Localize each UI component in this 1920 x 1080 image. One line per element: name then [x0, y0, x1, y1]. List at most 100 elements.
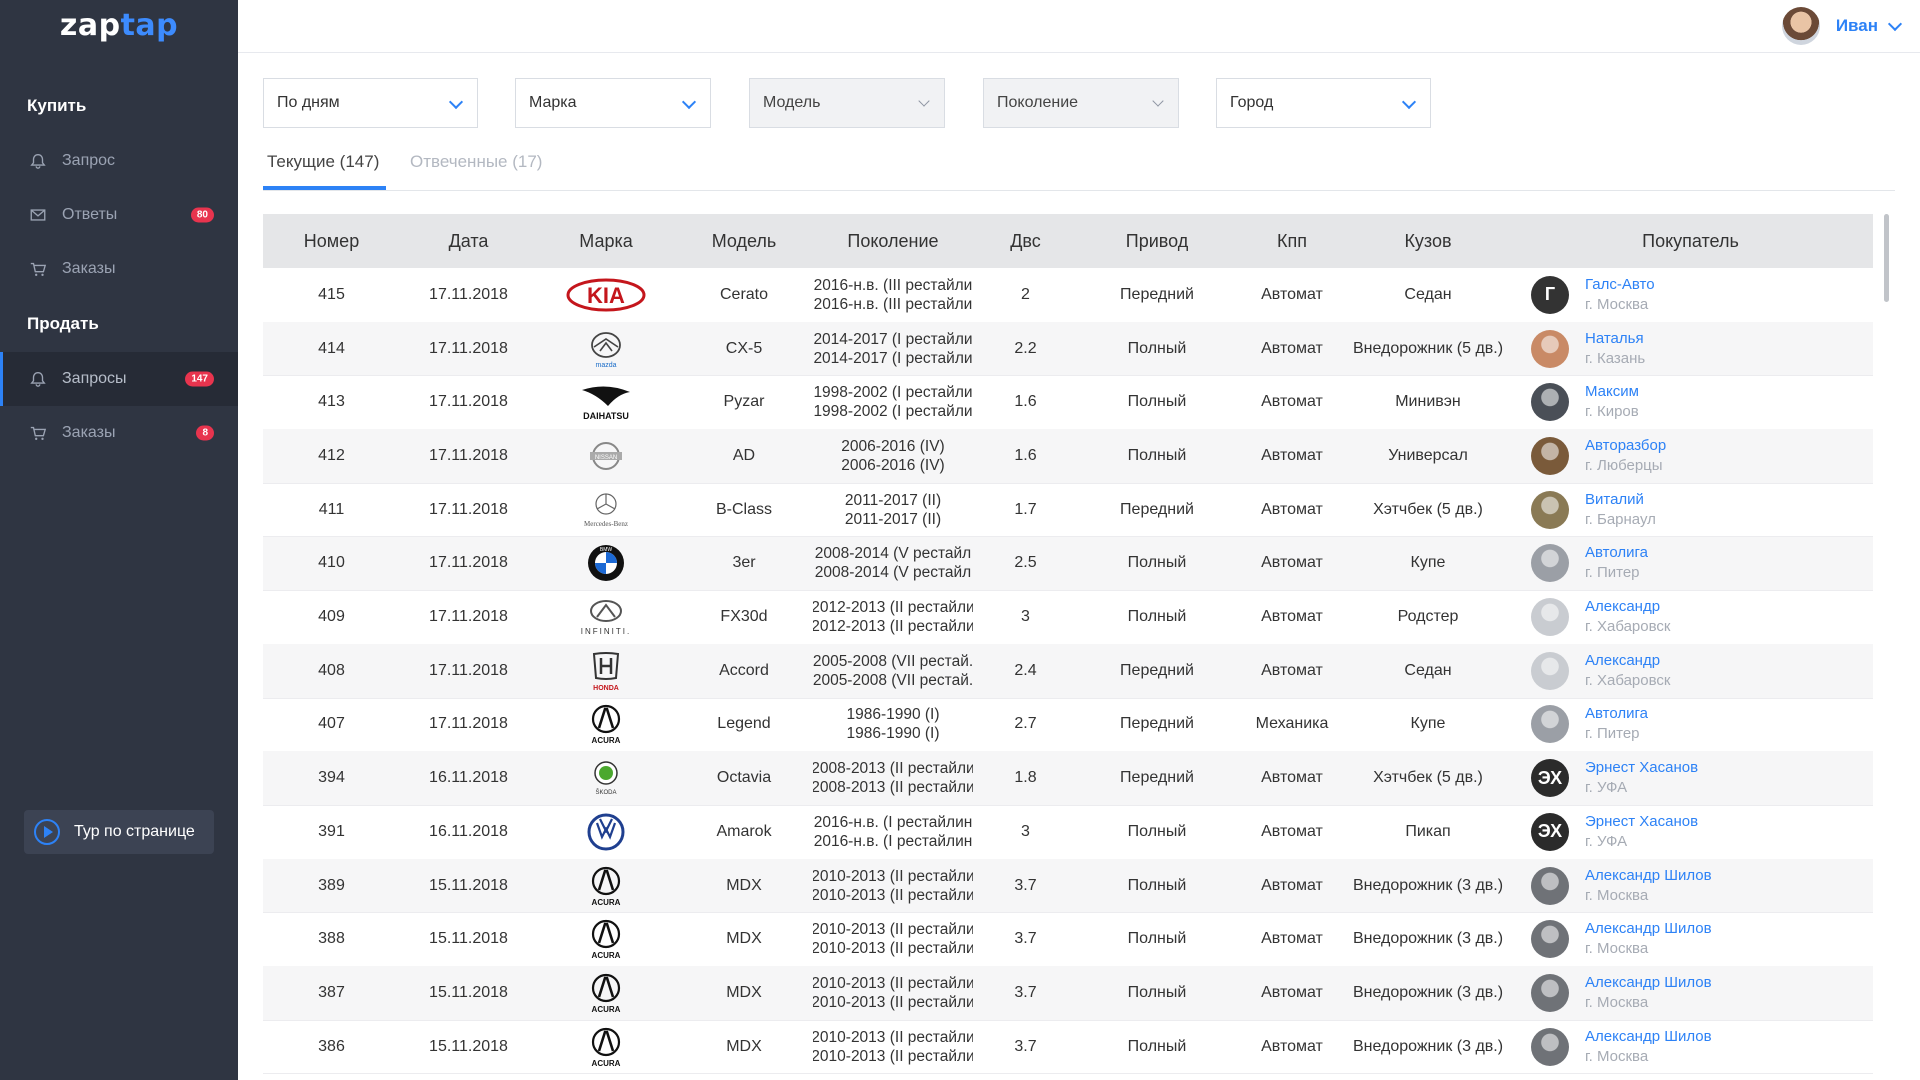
buyer-name-link[interactable]: Александр Шилов	[1585, 866, 1712, 886]
app-logo[interactable]: zaptap	[0, 8, 238, 43]
cell-number: 410	[318, 554, 345, 572]
col-model[interactable]: Модель	[675, 214, 813, 268]
generation-line: 2010-2013 (II рестайли	[813, 886, 973, 904]
col-body[interactable]: Кузов	[1348, 214, 1508, 268]
buyer-avatar[interactable]	[1531, 920, 1569, 959]
col-generation[interactable]: Поколение	[813, 214, 973, 268]
buyer-name-link[interactable]: Автолига	[1585, 704, 1648, 724]
buyer-avatar[interactable]	[1531, 490, 1569, 529]
buyer-name-link[interactable]: Александр	[1585, 651, 1670, 671]
buyer-avatar[interactable]: Г	[1531, 275, 1569, 314]
user-name[interactable]: Иван	[1836, 16, 1878, 36]
filter-model[interactable]: Модель	[749, 78, 945, 128]
cell-model: Octavia	[716, 769, 772, 787]
table-row[interactable]: 410 17.11.2018 BMW 3er 2008-2014 (V рест…	[263, 536, 1873, 592]
buyer-avatar[interactable]	[1531, 651, 1569, 690]
col-engine[interactable]: Двс	[973, 214, 1078, 268]
table-row[interactable]: 387 15.11.2018 ACURA MDX 2010-2013 (II р…	[263, 966, 1873, 1021]
buyer-avatar[interactable]	[1531, 383, 1569, 422]
buyer-name-link[interactable]: Виталий	[1585, 490, 1656, 510]
buyer-avatar[interactable]	[1531, 329, 1569, 368]
table-row[interactable]: 413 17.11.2018 DAIHATSU Pyzar 1998-2002 …	[263, 375, 1873, 431]
cell-number: 388	[318, 930, 345, 948]
avatar[interactable]	[1781, 7, 1820, 45]
sidebar-item-sell-orders[interactable]: Заказы 8	[0, 406, 238, 460]
buyer-name-link[interactable]: Авторазбор	[1585, 436, 1666, 456]
honda-logo: HONDA	[537, 644, 675, 698]
col-buyer[interactable]: Покупатель	[1508, 214, 1873, 268]
generation-line: 2010-2013 (II рестайли	[813, 867, 973, 885]
col-gearbox[interactable]: Кпп	[1236, 214, 1348, 268]
table-row[interactable]: 408 17.11.2018 HONDA Accord 2005-2008 (V…	[263, 643, 1873, 699]
col-number[interactable]: Номер	[263, 214, 400, 268]
cell-body: Внедорожник (3 дв.)	[1352, 930, 1504, 948]
generation-line: 1986-1990 (I)	[846, 706, 940, 724]
sidebar-item-answers[interactable]: Ответы 80	[0, 188, 238, 242]
user-menu[interactable]: Иван	[1781, 7, 1903, 45]
buyer-avatar[interactable]	[1531, 705, 1569, 744]
buyer-name-link[interactable]: Александр Шилов	[1585, 973, 1712, 993]
cell-gearbox: Автомат	[1261, 930, 1323, 948]
buyer-avatar[interactable]	[1531, 973, 1569, 1012]
table-row[interactable]: 386 15.11.2018 ACURA MDX 2010-2013 (II р…	[263, 1020, 1873, 1075]
cell-buyer: Авторазбор г. Люберцы	[1531, 429, 1666, 483]
col-brand[interactable]: Марка	[537, 214, 675, 268]
col-date[interactable]: Дата	[400, 214, 537, 268]
buyer-name-link[interactable]: Галс-Авто	[1585, 275, 1655, 295]
cell-date: 17.11.2018	[429, 554, 508, 572]
sidebar-item-buy-orders[interactable]: Заказы	[0, 242, 238, 296]
answers-count-badge: 80	[190, 207, 214, 223]
buyer-avatar[interactable]: ЭХ	[1531, 812, 1569, 851]
cell-engine: 2.4	[1014, 661, 1037, 679]
buyer-avatar[interactable]	[1531, 436, 1569, 475]
sidebar-item-buy-request[interactable]: Запрос	[0, 134, 238, 188]
cell-drive: Передний	[1120, 661, 1194, 679]
cell-model: MDX	[726, 930, 762, 948]
table-row[interactable]: 409 17.11.2018 INFINITI. FX30d 2012-2013…	[263, 590, 1873, 645]
cell-model: B-Class	[715, 500, 772, 518]
buyer-name-link[interactable]: Александр Шилов	[1585, 1027, 1712, 1047]
scrollbar-thumb[interactable]	[1884, 214, 1889, 302]
cell-date: 16.11.2018	[429, 769, 508, 787]
buyer-name-link[interactable]: Максим	[1585, 382, 1639, 402]
table-row[interactable]: 414 17.11.2018 mazda CX-5 2014-2017 (I р…	[263, 321, 1873, 377]
cell-generation: 2016-н.в. (I рестайлин 2016-н.в. (I реста…	[813, 805, 973, 859]
cell-body: Внедорожник (3 дв.)	[1352, 983, 1504, 1001]
table-row[interactable]: 407 17.11.2018 ACURA Legend 1986-1990 (I…	[263, 698, 1873, 753]
generation-line: 2008-2013 (II рестайли	[813, 760, 973, 778]
buyer-avatar[interactable]: ЭХ	[1531, 759, 1569, 798]
cell-gearbox: Автомат	[1261, 608, 1323, 626]
buyer-name-link[interactable]: Эрнест Хасанов	[1585, 758, 1698, 778]
page-tour-button[interactable]: Тур по странице	[24, 810, 214, 854]
tab-current[interactable]: Текущие (147)	[267, 152, 379, 172]
buyer-avatar[interactable]	[1531, 544, 1569, 583]
cell-engine: 1.7	[1014, 500, 1037, 518]
cell-model: 3er	[732, 554, 756, 572]
sidebar-item-sell-requests[interactable]: Запросы 147	[0, 352, 238, 406]
buyer-name-link[interactable]: Наталья	[1585, 329, 1645, 349]
chevron-down-icon[interactable]	[1887, 16, 1903, 31]
filter-generation[interactable]: Поколение	[983, 78, 1179, 128]
buyer-name-link[interactable]: Александр	[1585, 597, 1670, 617]
buyer-avatar[interactable]	[1531, 866, 1569, 905]
buyer-name-link[interactable]: Эрнест Хасанов	[1585, 812, 1698, 832]
buyer-avatar[interactable]	[1531, 598, 1569, 637]
tab-answered[interactable]: Отвеченные (17)	[410, 152, 542, 172]
buyer-name-link[interactable]: Александр Шилов	[1585, 919, 1712, 939]
table-row[interactable]: 411 17.11.2018 Mercedes-Benz B-Class 201…	[263, 483, 1873, 538]
table-row[interactable]: 389 15.11.2018 ACURA MDX 2010-2013 (II р…	[263, 858, 1873, 914]
buyer-avatar[interactable]	[1531, 1027, 1569, 1066]
col-drive[interactable]: Привод	[1078, 214, 1236, 268]
table-row[interactable]: 415 17.11.2018 KIA Cerato 2016-н.в. (III…	[263, 268, 1873, 323]
filter-period[interactable]: По дням	[263, 78, 478, 128]
cell-gearbox: Автомат	[1261, 983, 1323, 1001]
table-row[interactable]: 394 16.11.2018 ŠKODA Octavia 2008-2013 (…	[263, 751, 1873, 806]
table-row[interactable]: 388 15.11.2018 ACURA MDX 2010-2013 (II р…	[263, 912, 1873, 968]
buyer-name-link[interactable]: Автолига	[1585, 543, 1648, 563]
filter-brand[interactable]: Марка	[515, 78, 711, 128]
table-row[interactable]: 391 16.11.2018 Amarok 2016-н.в. (I реста…	[263, 805, 1873, 860]
filter-city[interactable]: Город	[1216, 78, 1431, 128]
acura-logo: ACURA	[537, 966, 675, 1020]
table-row[interactable]: 412 17.11.2018 NISSAN AD 2006-2016 (IV) 2…	[263, 429, 1873, 484]
infiniti-logo: INFINITI.	[537, 590, 675, 644]
